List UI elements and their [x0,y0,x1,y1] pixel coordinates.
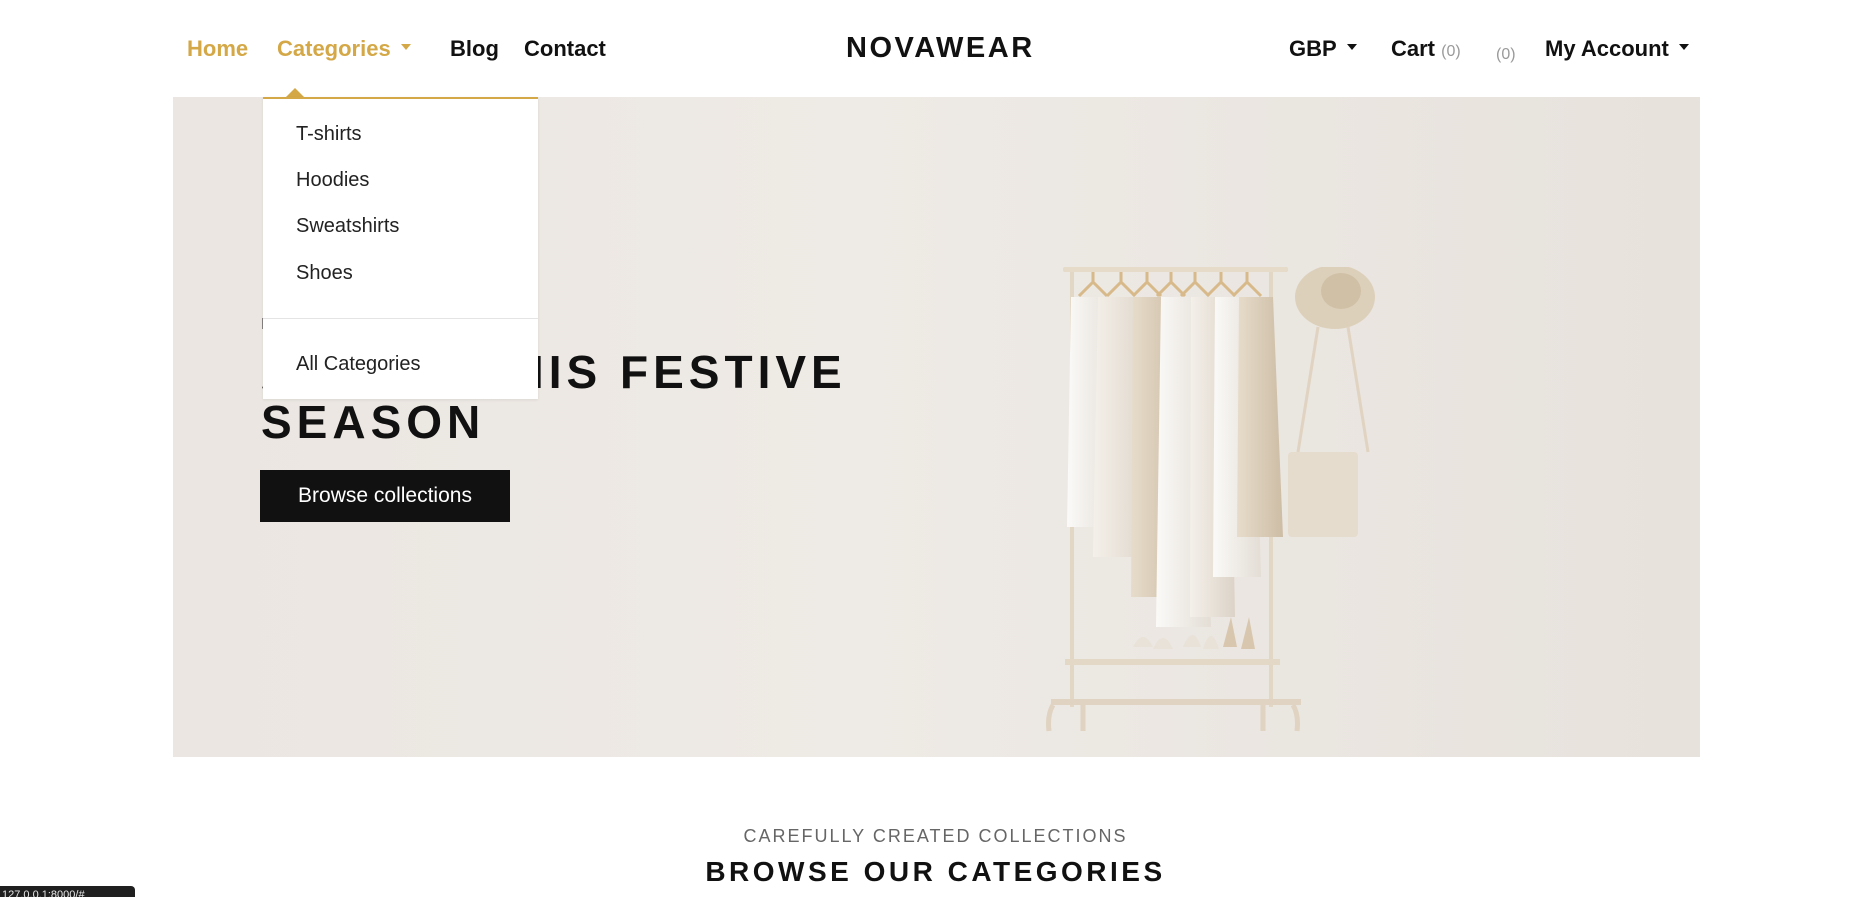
categories-dropdown-menu: T-shirts Hoodies Sweatshirts Shoes All C… [263,97,538,399]
status-bar-url: 127.0.0.1:8000/# [0,886,135,897]
nav-categories-label: Categories [277,36,391,61]
wishlist-link[interactable]: (0) [1496,39,1516,65]
browse-collections-button[interactable]: Browse collections [260,470,510,522]
cart-label: Cart [1391,36,1436,61]
dropdown-divider [263,318,538,319]
cart-link[interactable]: Cart (0) [1391,36,1461,62]
section-title: BROWSE OUR CATEGORIES [705,856,1166,887]
chevron-down-icon [1678,44,1689,51]
currency-selector[interactable]: GBP [1289,36,1357,62]
nav-categories-link[interactable]: Categories [277,36,411,62]
section-kicker: CAREFULLY CREATED COLLECTIONS [743,826,1128,846]
dropdown-item-tshirts[interactable]: T-shirts [296,123,362,146]
dropdown-item-shoes[interactable]: Shoes [296,262,353,285]
account-menu[interactable]: My Account [1545,36,1689,62]
nav-home-link[interactable]: Home [187,36,248,62]
nav-contact-link[interactable]: Contact [524,36,606,62]
account-label: My Account [1545,36,1669,61]
nav-blog-link[interactable]: Blog [450,36,499,62]
wishlist-count: (0) [1496,46,1516,63]
chevron-down-icon [400,44,411,51]
clothing-rack-image [1046,267,1375,732]
chevron-down-icon [1346,44,1357,51]
cart-count: (0) [1441,43,1461,60]
dropdown-item-sweatshirts[interactable]: Sweatshirts [296,215,399,238]
dropdown-item-all-categories[interactable]: All Categories [296,353,421,376]
currency-label: GBP [1289,36,1337,61]
dropdown-item-hoodies[interactable]: Hoodies [296,169,369,192]
dropdown-pointer [286,88,304,97]
site-header: Home Categories Blog Contact NOVAWEAR GB… [0,0,1871,97]
hero-title-line2: SEASON [261,396,486,448]
brand-logo[interactable]: NOVAWEAR [846,32,1035,65]
